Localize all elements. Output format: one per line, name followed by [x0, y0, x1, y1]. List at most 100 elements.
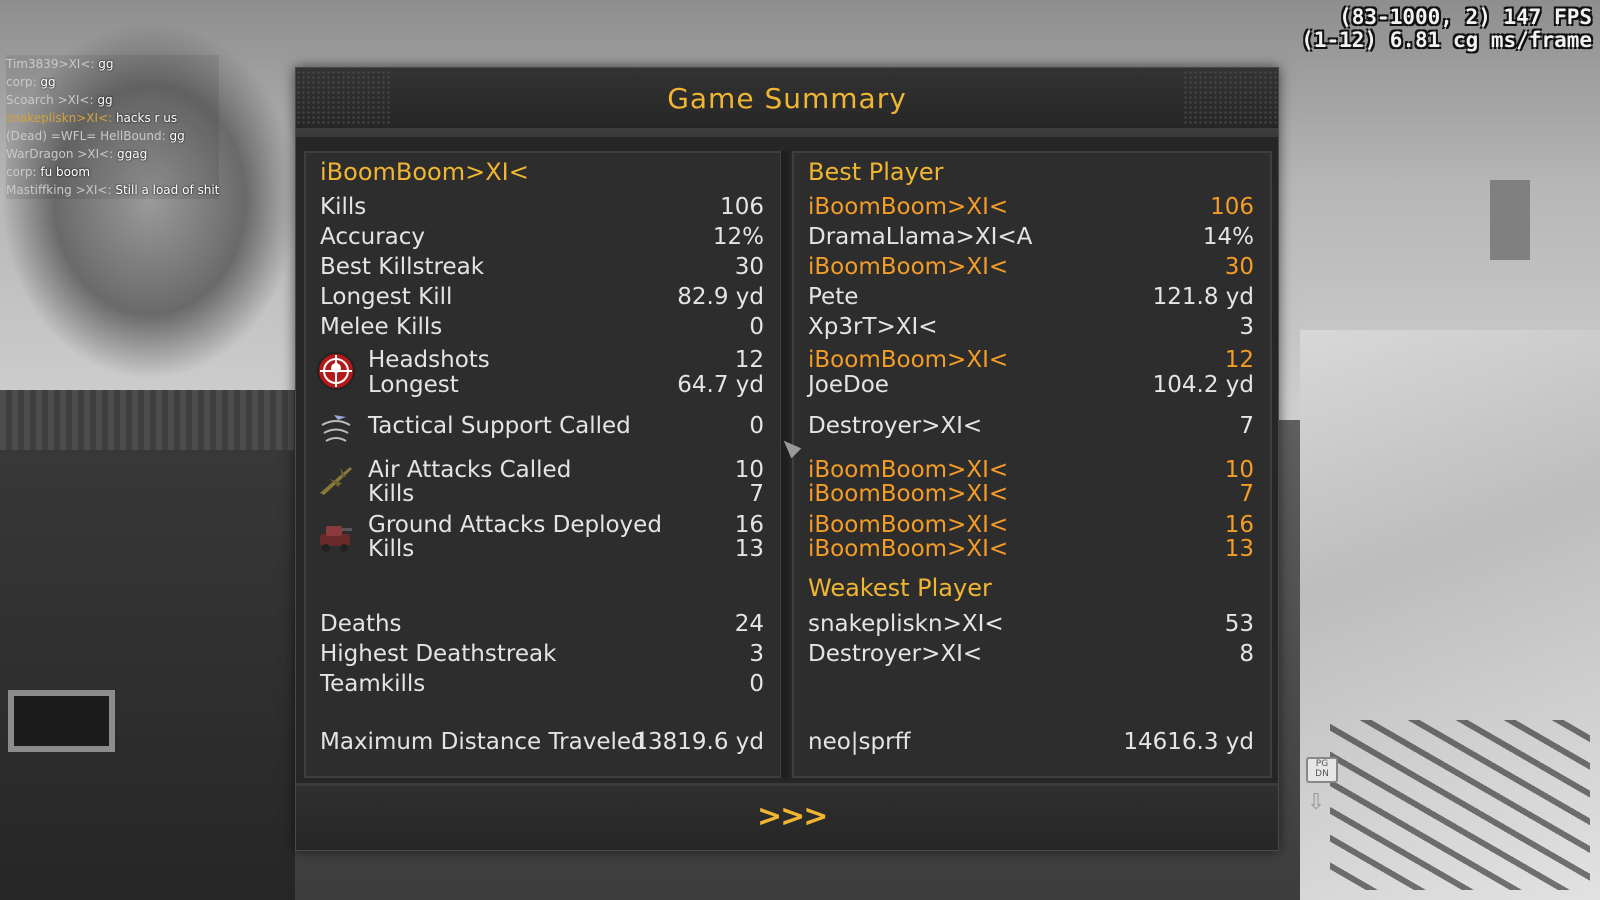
stat-row-accuracy: Accuracy 12%	[320, 222, 764, 252]
best-player-name: Pete	[808, 284, 859, 310]
chat-text: fu boom	[40, 165, 91, 179]
best-player-value: 3	[1239, 314, 1254, 340]
stat-row-teamkills: Teamkills 0	[320, 669, 764, 699]
chat-sender: corp:	[6, 75, 37, 89]
weakest-player-heading: Weakest Player	[808, 574, 992, 602]
best-player-name: neo|sprff	[808, 729, 911, 755]
best-player-heading-row: Best Player	[808, 157, 1254, 187]
best-player-stats: Best Player iBoomBoom>XI< 106 DramaLlama…	[792, 151, 1268, 774]
graffiti-wall	[1330, 720, 1590, 890]
stat-value: 82.9 yd	[677, 284, 764, 310]
best-player-name: iBoomBoom>XI<	[808, 194, 1009, 220]
best-player-value: 121.8 yd	[1152, 284, 1254, 310]
stat-value: 7	[749, 481, 764, 507]
stat-value: 24	[734, 611, 764, 637]
best-player-name: iBoomBoom>XI<	[808, 254, 1009, 280]
stat-value: 106	[720, 194, 764, 220]
chat-text: gg	[98, 57, 114, 71]
best-row-tactical: Destroyer>XI< 7	[808, 411, 1254, 441]
best-row-kills: iBoomBoom>XI< 106	[808, 192, 1254, 222]
chat-text: gg	[169, 129, 185, 143]
chat-message: Mastiffking >XI<: Still a load of shit	[6, 181, 220, 199]
stat-value: 0	[749, 413, 764, 439]
best-player-name: iBoomBoom>XI<	[808, 481, 1009, 507]
stat-row-kills: Kills 106	[320, 192, 764, 222]
panel-header: Game Summary	[296, 68, 1278, 131]
chat-sender: snakepliskn>XI<:	[6, 111, 113, 125]
best-player-value: 30	[1224, 254, 1254, 280]
continue-button[interactable]: >>>	[757, 798, 828, 836]
best-row-accuracy: DramaLlama>XI<A 14%	[808, 222, 1254, 252]
best-row-killstreak: iBoomBoom>XI< 30	[808, 252, 1254, 282]
chat-message: Scoarch >XI<: gg	[6, 91, 220, 109]
best-player-name: Destroyer>XI<	[808, 413, 983, 439]
best-player-value: 7	[1239, 481, 1254, 507]
best-row-air-kills: iBoomBoom>XI< 7	[808, 479, 1254, 509]
game-summary-panel: Game Summary iBoomBoom>XI< Kills 106 Acc…	[295, 67, 1279, 851]
stat-value: 0	[749, 314, 764, 340]
stat-label: Kills	[368, 536, 415, 562]
stat-label: Maximum Distance Traveled	[320, 729, 646, 755]
worst-player-name: Destroyer>XI<	[808, 641, 983, 667]
stat-row-melee-kills: Melee Kills 0	[320, 312, 764, 342]
stat-label: Kills	[368, 481, 415, 507]
chat-message: Tim3839>XI<: gg	[6, 55, 220, 73]
stat-label: Highest Deathstreak	[320, 641, 557, 667]
worst-row-teamkills	[808, 669, 1254, 699]
stat-label: Teamkills	[320, 671, 426, 697]
stat-value: 0	[749, 671, 764, 697]
stat-row-tactical-support: Tactical Support Called 0	[320, 411, 764, 441]
chat-message: corp: fu boom	[6, 163, 220, 181]
down-arrow-icon: ⇩	[1307, 790, 1326, 815]
stat-label: Longest Kill	[320, 284, 453, 310]
chat-text: Still a load of shit	[115, 183, 220, 197]
chat-log: Tim3839>XI<: gg corp: gg Scoarch >XI<: g…	[6, 55, 220, 199]
left-roof	[0, 390, 295, 450]
player-name: iBoomBoom>XI<	[320, 158, 529, 186]
pgdn-key-hint: PG DN	[1306, 757, 1338, 783]
chat-text: gg	[97, 93, 113, 107]
worst-player-value: 8	[1239, 641, 1254, 667]
stat-value: 30	[734, 254, 764, 280]
worst-row-deathstreak: Destroyer>XI< 8	[808, 639, 1254, 669]
player-stats: iBoomBoom>XI< Kills 106 Accuracy 12% Bes…	[304, 151, 778, 774]
chat-message: WarDragon >XI<: ggag	[6, 145, 220, 163]
best-player-value: 7	[1239, 413, 1254, 439]
stat-row-distance: Maximum Distance Traveled 13819.6 yd	[320, 727, 764, 757]
stat-label: Longest	[368, 372, 459, 398]
best-player-value: 106	[1210, 194, 1254, 220]
best-row-melee: Xp3rT>XI< 3	[808, 312, 1254, 342]
best-player-name: DramaLlama>XI<A	[808, 224, 1033, 250]
stat-label: Best Killstreak	[320, 254, 485, 280]
best-player-value: 14616.3 yd	[1123, 729, 1254, 755]
best-player-value: 14%	[1202, 224, 1254, 250]
chat-sender: Scoarch >XI<:	[6, 93, 94, 107]
stat-value: 3	[749, 641, 764, 667]
stat-label: Tactical Support Called	[368, 413, 631, 439]
chat-text: ggag	[117, 147, 148, 161]
fps-counter: (83-1000, 2) 147 FPS (1-12) 6.81 cg ms/f…	[1301, 6, 1592, 52]
player-name-row: iBoomBoom>XI<	[320, 157, 764, 187]
chat-sender: WarDragon >XI<:	[6, 147, 114, 161]
stat-row-air-kills: Kills 7	[320, 479, 764, 509]
best-player-name: iBoomBoom>XI<	[808, 536, 1009, 562]
worst-row-deaths: snakepliskn>XI< 53	[808, 609, 1254, 639]
divider	[781, 151, 789, 778]
worst-player-value: 53	[1224, 611, 1254, 637]
left-window	[8, 690, 115, 752]
best-player-name: Xp3rT>XI<	[808, 314, 938, 340]
best-player-name: JoeDoe	[808, 372, 889, 398]
stat-row-longest-headshot: Longest 64.7 yd	[320, 370, 764, 400]
stat-value: 13	[734, 536, 764, 562]
chat-sender: (Dead) =WFL= HellBound:	[6, 129, 166, 143]
chat-message: corp: gg	[6, 73, 220, 91]
best-row-distance: neo|sprff 14616.3 yd	[808, 727, 1254, 757]
stat-row-best-killstreak: Best Killstreak 30	[320, 252, 764, 282]
stat-label: Melee Kills	[320, 314, 443, 340]
stat-label: Accuracy	[320, 224, 426, 250]
chat-message: snakepliskn>XI<: hacks r us	[6, 109, 220, 127]
chimney	[1490, 180, 1530, 260]
stat-value: 13819.6 yd	[633, 729, 764, 755]
fps-line: (83-1000, 2) 147 FPS	[1339, 5, 1592, 29]
best-row-longest-kill: Pete 121.8 yd	[808, 282, 1254, 312]
